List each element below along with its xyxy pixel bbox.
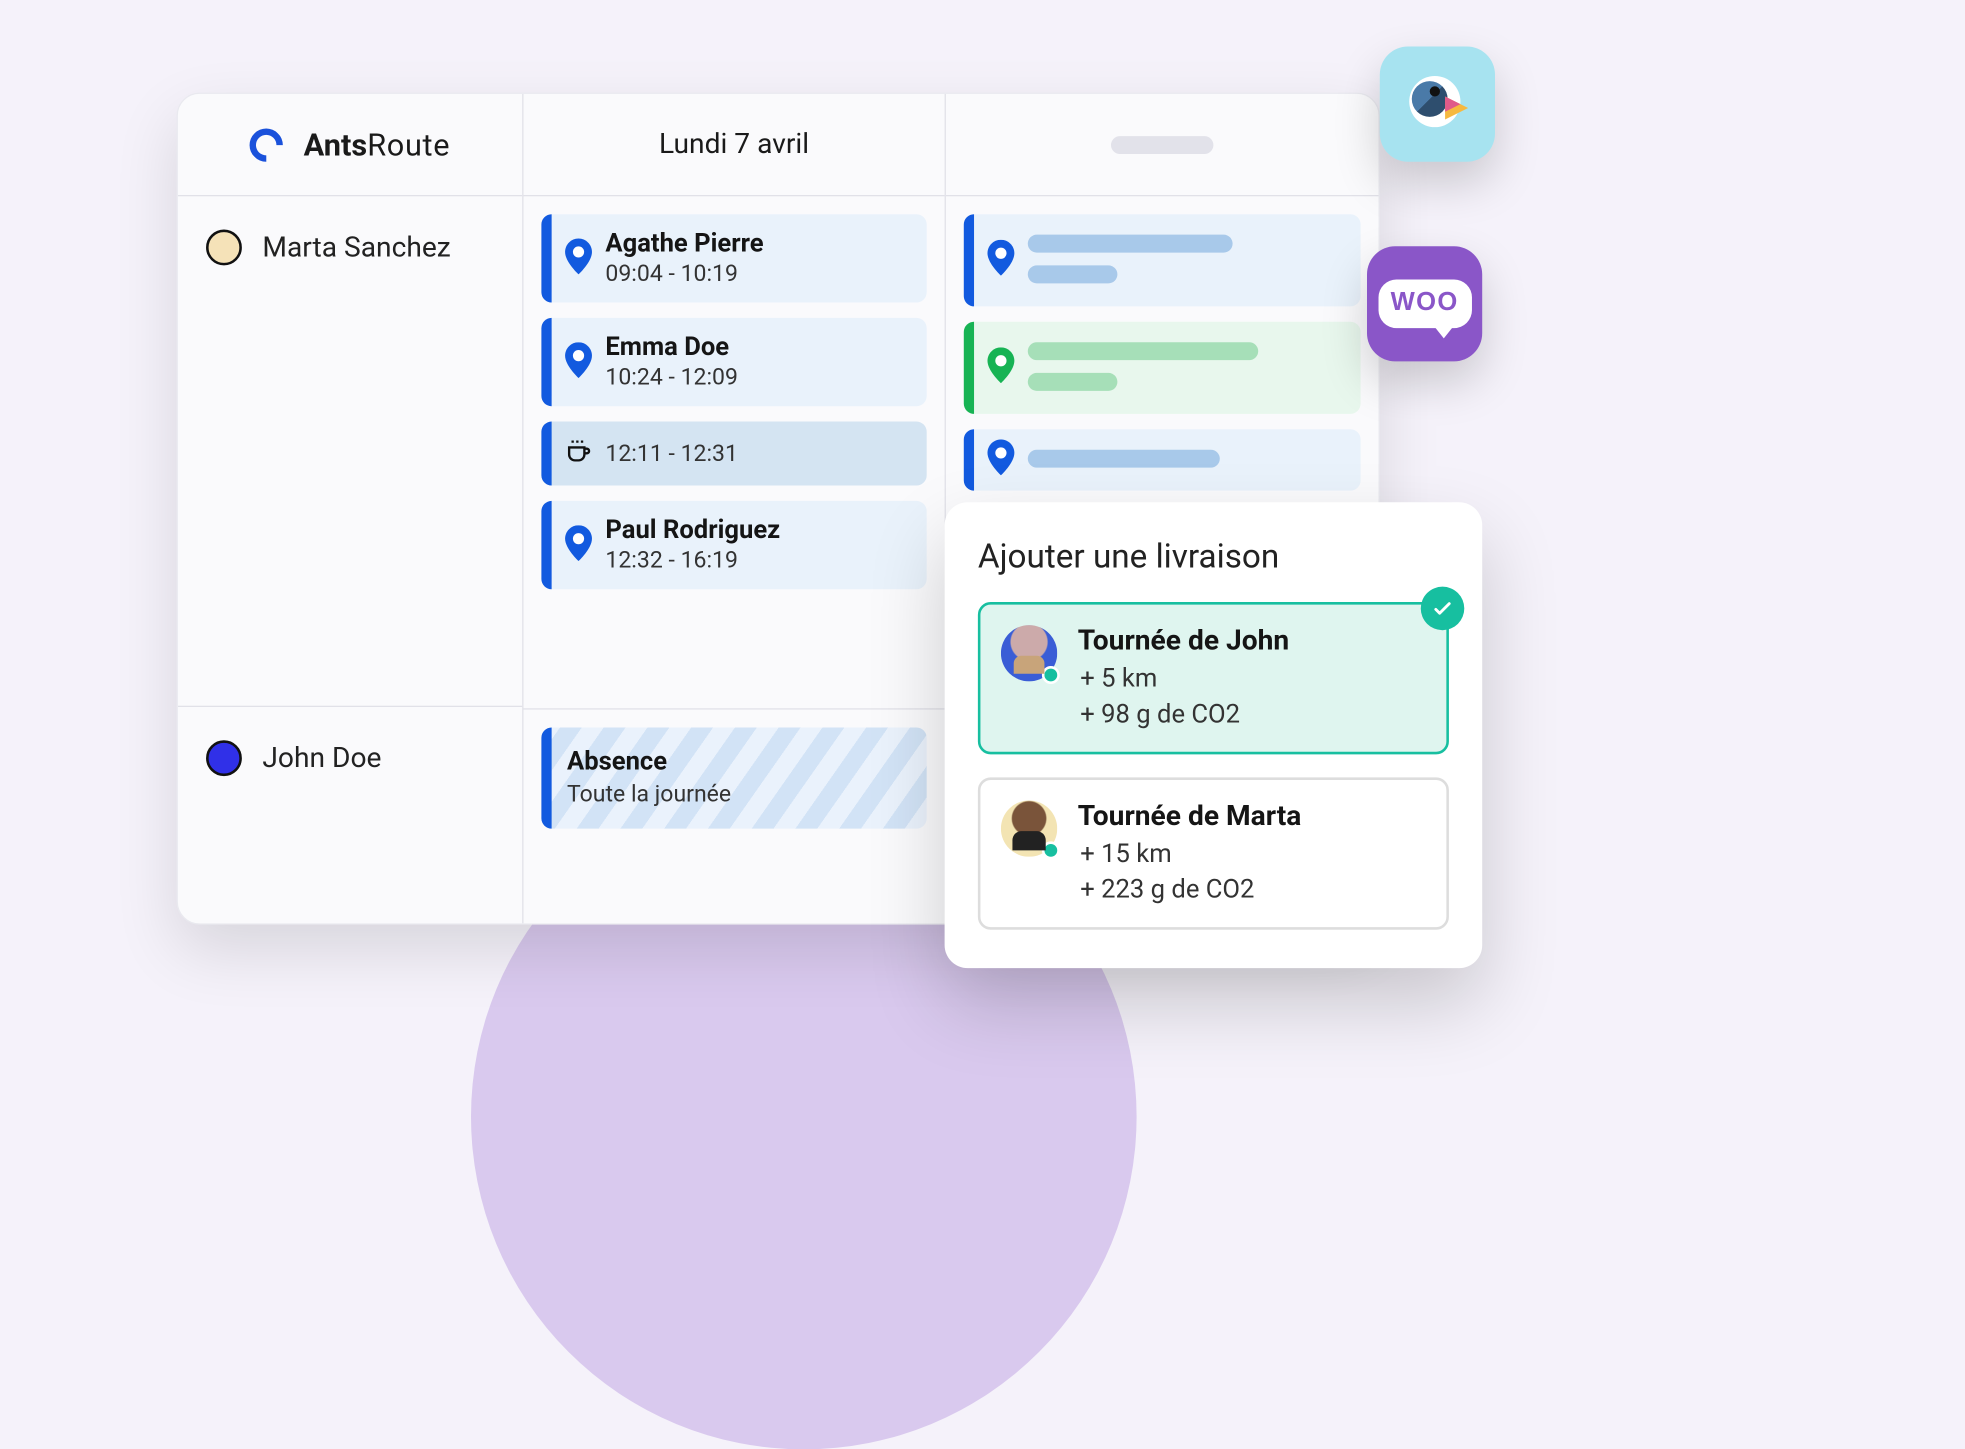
location-pin-icon <box>986 240 1014 281</box>
date-header-placeholder <box>945 94 1378 196</box>
marta-route-section: Agathe Pierre 09:04 - 10:19 Emma Doe 10:… <box>523 196 944 708</box>
tour-label: Tournée de Marta <box>1077 800 1301 832</box>
driver-name: John Doe <box>262 740 381 775</box>
tour-distance: + 5 km <box>1077 662 1289 693</box>
woocommerce-icon: WOO <box>1367 246 1482 361</box>
stop-name: Paul Rodriguez <box>605 514 911 545</box>
stop-time: 12:32 - 16:19 <box>605 547 911 574</box>
coffee-cup-icon <box>564 437 592 470</box>
tour-co2: + 223 g de CO2 <box>1077 873 1301 904</box>
app-logo: AntsRoute <box>177 94 521 196</box>
status-online-dot <box>1041 666 1059 684</box>
tour-co2: + 98 g de CO2 <box>1077 698 1289 729</box>
drivers-column: AntsRoute Marta Sanchez John Doe <box>177 94 523 923</box>
location-pin-icon <box>564 238 592 279</box>
status-online-dot <box>1041 841 1059 859</box>
placeholder-line <box>1027 235 1232 253</box>
driver-color-dot <box>206 230 242 266</box>
stop-card-placeholder[interactable] <box>963 214 1360 306</box>
placeholder-bar <box>1111 135 1213 153</box>
antsroute-logo-icon <box>243 121 290 168</box>
driver-name: Marta Sanchez <box>262 230 450 265</box>
absence-title: Absence <box>567 745 909 776</box>
placeholder-line <box>1027 265 1117 283</box>
tour-distance: + 15 km <box>1077 838 1301 869</box>
illustration-canvas: AntsRoute Marta Sanchez John Doe Lundi 7… <box>0 0 1965 1424</box>
stop-card-placeholder[interactable] <box>963 429 1360 490</box>
stop-name: Emma Doe <box>605 331 911 362</box>
placeholder-line <box>1027 373 1117 391</box>
location-pin-icon <box>564 525 592 566</box>
stop-card[interactable]: Emma Doe 10:24 - 12:09 <box>541 318 926 406</box>
day-column-main: Lundi 7 avril Agathe Pierre 09:04 - 10:1… <box>523 94 945 923</box>
tour-option-john[interactable]: Tournée de John + 5 km + 98 g de CO2 <box>977 602 1448 754</box>
avatar <box>1000 800 1056 856</box>
date-header: Lundi 7 avril <box>523 94 944 196</box>
woo-label: WOO <box>1377 279 1470 328</box>
stop-time: 10:24 - 12:09 <box>605 364 911 391</box>
placeholder-line <box>1027 342 1257 360</box>
stop-name: Agathe Pierre <box>605 227 911 258</box>
driver-color-dot <box>206 740 242 776</box>
popup-title: Ajouter une livraison <box>977 538 1448 576</box>
tour-label: Tournée de John <box>1077 625 1289 657</box>
absence-card[interactable]: Absence Toute la journée <box>541 727 926 828</box>
stop-card-placeholder[interactable] <box>963 322 1360 414</box>
stop-card[interactable]: Agathe Pierre 09:04 - 10:19 <box>541 214 926 302</box>
prestashop-icon <box>1379 47 1494 162</box>
driver-row-marta[interactable]: Marta Sanchez <box>177 196 521 705</box>
brand-thin: Route <box>367 127 450 163</box>
location-pin-icon <box>564 342 592 383</box>
break-card[interactable]: 12:11 - 12:31 <box>541 422 926 486</box>
break-time: 12:11 - 12:31 <box>605 438 911 467</box>
tour-option-marta[interactable]: Tournée de Marta + 15 km + 223 g de CO2 <box>977 777 1448 929</box>
add-delivery-popup: Ajouter une livraison Tournée de John + … <box>944 502 1482 968</box>
placeholder-line <box>1027 450 1219 468</box>
absence-subtitle: Toute la journée <box>567 781 909 808</box>
location-pin-icon <box>986 439 1014 480</box>
avatar <box>1000 625 1056 681</box>
john-route-section: Absence Toute la journée <box>523 708 944 841</box>
brand-bold: Ants <box>303 127 367 163</box>
location-pin-icon <box>986 347 1014 388</box>
driver-row-john[interactable]: John Doe <box>177 706 521 924</box>
stop-card[interactable]: Paul Rodriguez 12:32 - 16:19 <box>541 501 926 589</box>
selected-check-icon <box>1420 587 1464 631</box>
stop-time: 09:04 - 10:19 <box>605 260 911 287</box>
